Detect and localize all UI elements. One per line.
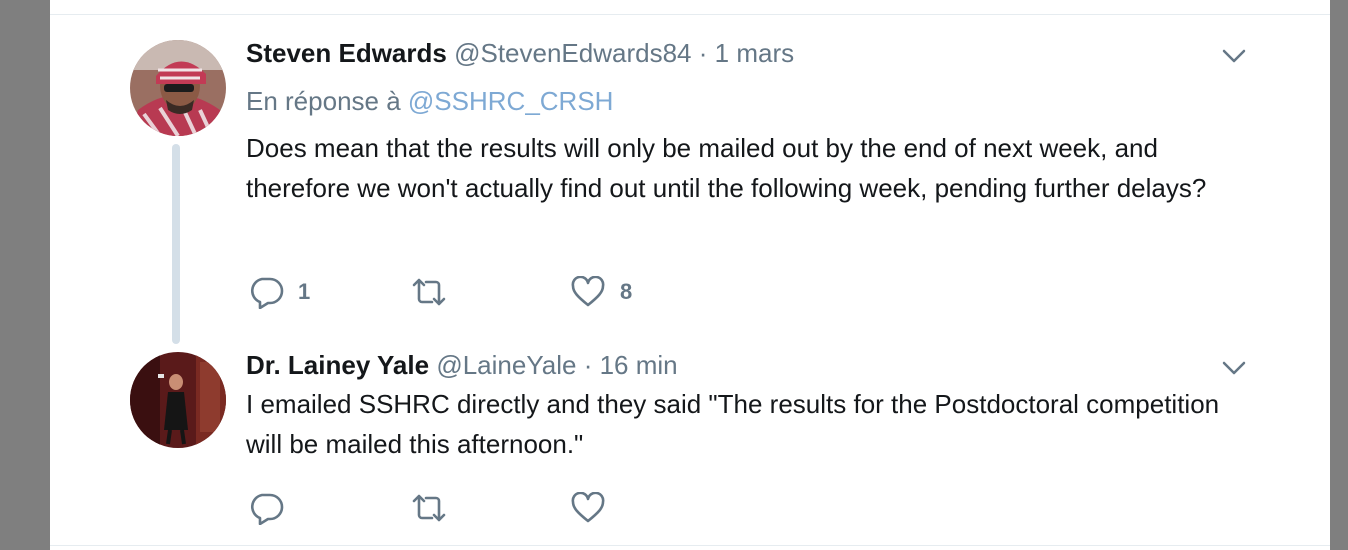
reply-mention-link[interactable]: @SSHRC_CRSH bbox=[408, 86, 614, 116]
like-icon bbox=[571, 276, 605, 307]
author-handle[interactable]: @LaineYale bbox=[436, 350, 576, 380]
reply-icon bbox=[250, 277, 284, 309]
author-name[interactable]: Steven Edwards bbox=[246, 38, 447, 68]
avatar-image bbox=[130, 352, 226, 448]
tweet-actions: 1 8 bbox=[248, 274, 748, 310]
timeline-panel: Steven Edwards @StevenEdwards84 · 1 mars… bbox=[50, 0, 1330, 550]
avatar[interactable] bbox=[130, 352, 226, 448]
reply-button[interactable]: 1 bbox=[248, 274, 310, 310]
bottom-divider bbox=[50, 545, 1330, 546]
like-icon bbox=[571, 492, 605, 523]
reply-icon bbox=[250, 493, 284, 525]
top-divider bbox=[50, 14, 1330, 15]
reply-button[interactable] bbox=[248, 490, 298, 526]
reply-context: En réponse à @SSHRC_CRSH bbox=[246, 86, 613, 116]
author-name[interactable]: Dr. Lainey Yale bbox=[246, 350, 429, 380]
thread-line bbox=[172, 144, 180, 344]
tweet-actions bbox=[248, 490, 748, 526]
chevron-down-icon[interactable] bbox=[1222, 48, 1246, 64]
tweet-header: Steven Edwards @StevenEdwards84 · 1 mars bbox=[246, 38, 794, 68]
chevron-down-icon[interactable] bbox=[1222, 360, 1246, 376]
header-separator: · bbox=[698, 38, 708, 68]
retweet-button[interactable] bbox=[410, 274, 462, 310]
timestamp[interactable]: 16 min bbox=[600, 350, 678, 380]
reply-prefix: En réponse à bbox=[246, 86, 401, 116]
author-handle[interactable]: @StevenEdwards84 bbox=[454, 38, 691, 68]
like-button[interactable]: 8 bbox=[570, 274, 632, 310]
screen: Steven Edwards @StevenEdwards84 · 1 mars… bbox=[0, 0, 1348, 550]
avatar[interactable] bbox=[130, 40, 226, 136]
like-button[interactable] bbox=[570, 490, 620, 526]
avatar-image bbox=[130, 40, 226, 136]
header-separator: · bbox=[583, 350, 593, 380]
like-count: 8 bbox=[620, 279, 633, 304]
timestamp[interactable]: 1 mars bbox=[715, 38, 794, 68]
retweet-icon bbox=[412, 278, 446, 306]
tweet-text: Does mean that the results will only be … bbox=[246, 133, 1207, 203]
reply-count: 1 bbox=[298, 279, 311, 304]
tweet-header: Dr. Lainey Yale @LaineYale · 16 min bbox=[246, 350, 678, 380]
tweet-text: I emailed SSHRC directly and they said "… bbox=[246, 389, 1220, 459]
retweet-icon bbox=[412, 494, 446, 522]
retweet-button[interactable] bbox=[410, 490, 462, 526]
